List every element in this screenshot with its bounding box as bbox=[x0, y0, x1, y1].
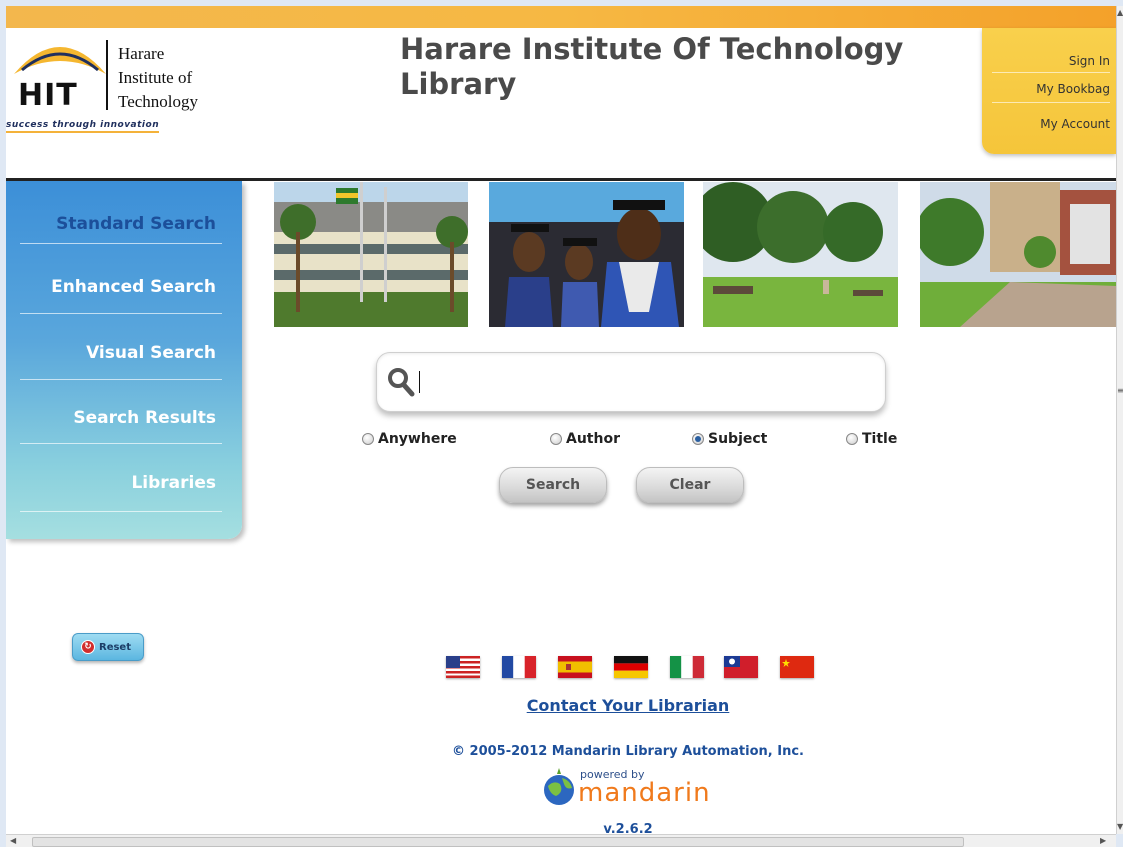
france-flag-icon[interactable] bbox=[502, 656, 536, 678]
sidebar-nav: Standard Search Enhanced Search Visual S… bbox=[6, 181, 242, 539]
spain-flag-icon[interactable] bbox=[558, 656, 592, 678]
user-menu-divider bbox=[992, 102, 1110, 103]
logo-name-line: Technology bbox=[118, 92, 199, 111]
page-title: Harare Institute Of Technology Library bbox=[400, 32, 960, 102]
logo-name-line: Institute of bbox=[118, 68, 193, 87]
browser-viewport: HIT Harare Institute of Technology succe… bbox=[6, 6, 1116, 834]
scroll-right-icon[interactable]: ▶ bbox=[1100, 836, 1106, 845]
globe-icon bbox=[544, 768, 574, 805]
copyright-text: © 2005-2012 Mandarin Library Automation,… bbox=[452, 744, 804, 759]
text-caret bbox=[419, 371, 420, 393]
sidebar-divider bbox=[20, 243, 222, 244]
radio-title[interactable]: Title bbox=[846, 431, 897, 447]
language-flags bbox=[446, 656, 816, 678]
radio-button-icon[interactable] bbox=[550, 433, 562, 445]
sidebar-divider bbox=[20, 443, 222, 444]
sidebar-item-enhanced-search[interactable]: Enhanced Search bbox=[51, 277, 216, 297]
clear-button[interactable]: Clear bbox=[636, 467, 744, 503]
sign-in-link[interactable]: Sign In bbox=[1069, 54, 1110, 68]
mandarin-brand: mandarin bbox=[578, 778, 711, 808]
radio-label: Anywhere bbox=[378, 431, 457, 447]
sidebar-item-libraries[interactable]: Libraries bbox=[131, 473, 216, 493]
magnifier-icon bbox=[388, 368, 415, 397]
italy-flag-icon[interactable] bbox=[670, 656, 704, 678]
campus-path-photo bbox=[920, 182, 1116, 327]
hit-logo[interactable]: HIT Harare Institute of Technology succe… bbox=[6, 30, 226, 140]
radio-anywhere[interactable]: Anywhere bbox=[362, 431, 457, 447]
radio-label: Title bbox=[862, 431, 898, 447]
radio-subject[interactable]: Subject bbox=[692, 431, 767, 447]
mandarin-logo[interactable]: powered by mandarin bbox=[540, 762, 720, 812]
scroll-down-icon[interactable]: ▼ bbox=[1117, 822, 1123, 831]
radio-button-icon[interactable] bbox=[362, 433, 374, 445]
version-text: v.2.6.2 bbox=[603, 822, 653, 834]
my-bookbag-link[interactable]: My Bookbag bbox=[1036, 82, 1110, 96]
germany-flag-icon[interactable] bbox=[614, 656, 648, 678]
reset-label: Reset bbox=[99, 641, 131, 653]
china-flag-icon[interactable] bbox=[780, 656, 814, 678]
user-menu: Sign In My Bookbag My Account bbox=[982, 28, 1116, 154]
taiwan-flag-icon[interactable] bbox=[724, 656, 758, 678]
campus-building-photo bbox=[274, 182, 468, 327]
sidebar-divider bbox=[20, 379, 222, 380]
radio-button-selected-icon[interactable] bbox=[692, 433, 704, 445]
page-title-line: Harare Institute Of Technology bbox=[400, 32, 904, 66]
search-box[interactable] bbox=[376, 352, 886, 412]
radio-label: Subject bbox=[708, 431, 768, 447]
horizontal-scrollbar[interactable]: ◀ ▶ bbox=[6, 834, 1116, 847]
logo-divider bbox=[106, 40, 108, 110]
sidebar-item-visual-search[interactable]: Visual Search bbox=[86, 343, 216, 363]
sidebar-divider bbox=[20, 313, 222, 314]
reset-icon: ↻ bbox=[81, 640, 95, 654]
page-title-line: Library bbox=[400, 67, 517, 101]
sidebar-item-search-results[interactable]: Search Results bbox=[73, 408, 216, 428]
top-accent-strip bbox=[6, 6, 1116, 28]
scroll-up-icon[interactable]: ▲ bbox=[1117, 8, 1123, 17]
radio-author[interactable]: Author bbox=[550, 431, 620, 447]
logo-abbr: HIT bbox=[18, 78, 78, 113]
contact-librarian-link[interactable]: Contact Your Librarian bbox=[6, 696, 1116, 715]
radio-label: Author bbox=[566, 431, 620, 447]
logo-arc-icon bbox=[14, 47, 106, 74]
scroll-left-icon[interactable]: ◀ bbox=[10, 836, 16, 845]
logo-name-line: Harare bbox=[118, 44, 165, 63]
logo-name: Harare Institute of Technology bbox=[118, 42, 228, 114]
sidebar-divider bbox=[20, 511, 222, 512]
reset-button[interactable]: ↻ Reset bbox=[72, 633, 144, 661]
us-flag-icon[interactable] bbox=[446, 656, 480, 678]
my-account-link[interactable]: My Account bbox=[1040, 117, 1110, 131]
search-button[interactable]: Search bbox=[499, 467, 607, 503]
campus-lawn-photo bbox=[703, 182, 898, 327]
logo-tagline: success through innovation bbox=[6, 120, 160, 133]
radio-button-icon[interactable] bbox=[846, 433, 858, 445]
sidebar-item-standard-search[interactable]: Standard Search bbox=[56, 214, 216, 234]
scroll-grip-icon[interactable]: ≡ bbox=[1117, 386, 1123, 395]
user-menu-divider bbox=[992, 72, 1110, 73]
graduates-photo bbox=[489, 182, 684, 327]
search-input[interactable] bbox=[419, 365, 873, 401]
vertical-scrollbar[interactable]: ▲ ≡ ▼ bbox=[1116, 6, 1123, 834]
